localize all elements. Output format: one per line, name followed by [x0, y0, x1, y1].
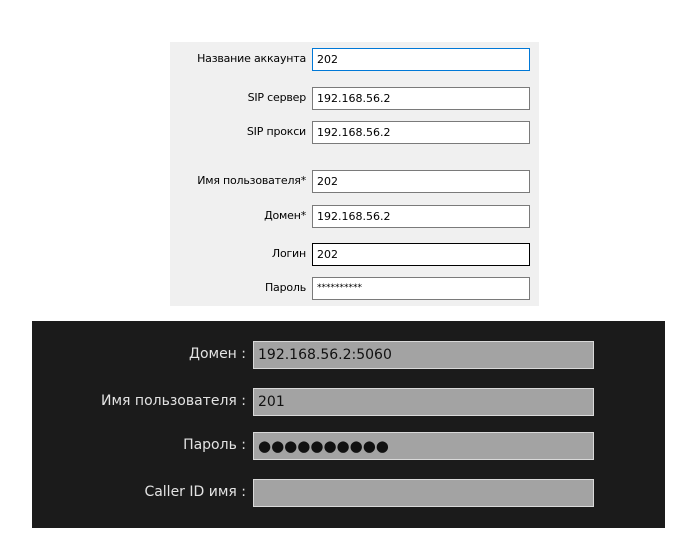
dark-password-input[interactable]: ●●●●●●●●●● — [253, 432, 594, 460]
sip-proxy-row: SIP прокси 192.168.56.2 — [170, 121, 539, 144]
password-input[interactable]: ********** — [312, 277, 530, 300]
dark-username-input[interactable]: 201 — [253, 388, 594, 416]
sip-server-label: SIP сервер — [247, 91, 307, 104]
domain-row: Домен* 192.168.56.2 — [170, 205, 539, 228]
sip-proxy-label: SIP прокси — [246, 125, 306, 138]
dark-caller-id-row: Caller ID имя : — [32, 479, 665, 507]
dark-password-label: Пароль : — [183, 437, 246, 453]
dark-username-row: Имя пользователя : 201 — [32, 388, 665, 416]
username-label: Имя пользователя* — [197, 174, 306, 187]
domain-label: Домен* — [264, 209, 306, 222]
account-name-row: Название аккаунта 202 — [170, 48, 539, 71]
sip-server-input[interactable]: 192.168.56.2 — [312, 87, 530, 110]
dark-domain-input[interactable]: 192.168.56.2:5060 — [253, 341, 594, 369]
password-label: Пароль — [264, 281, 306, 294]
dark-username-label: Имя пользователя : — [101, 393, 246, 409]
sip-account-settings-panel: Название аккаунта 202 SIP сервер 192.168… — [170, 42, 539, 306]
username-row: Имя пользователя* 202 — [170, 170, 539, 193]
dark-sip-settings-panel: Домен : 192.168.56.2:5060 Имя пользовате… — [32, 321, 665, 528]
dark-caller-id-label: Caller ID имя : — [144, 484, 246, 500]
account-name-input[interactable]: 202 — [312, 48, 530, 71]
screenshot-stage: Название аккаунта 202 SIP сервер 192.168… — [0, 0, 698, 541]
account-name-label: Название аккаунта — [197, 52, 306, 65]
login-label: Логин — [271, 247, 306, 260]
dark-password-row: Пароль : ●●●●●●●●●● — [32, 432, 665, 460]
password-row: Пароль ********** — [170, 277, 539, 300]
sip-server-row: SIP сервер 192.168.56.2 — [170, 87, 539, 110]
dark-domain-label: Домен : — [189, 346, 246, 362]
login-input[interactable]: 202 — [312, 243, 530, 266]
username-input[interactable]: 202 — [312, 170, 530, 193]
dark-caller-id-input[interactable] — [253, 479, 594, 507]
sip-proxy-input[interactable]: 192.168.56.2 — [312, 121, 530, 144]
domain-input[interactable]: 192.168.56.2 — [312, 205, 530, 228]
login-row: Логин 202 — [170, 243, 539, 266]
dark-domain-row: Домен : 192.168.56.2:5060 — [32, 341, 665, 369]
